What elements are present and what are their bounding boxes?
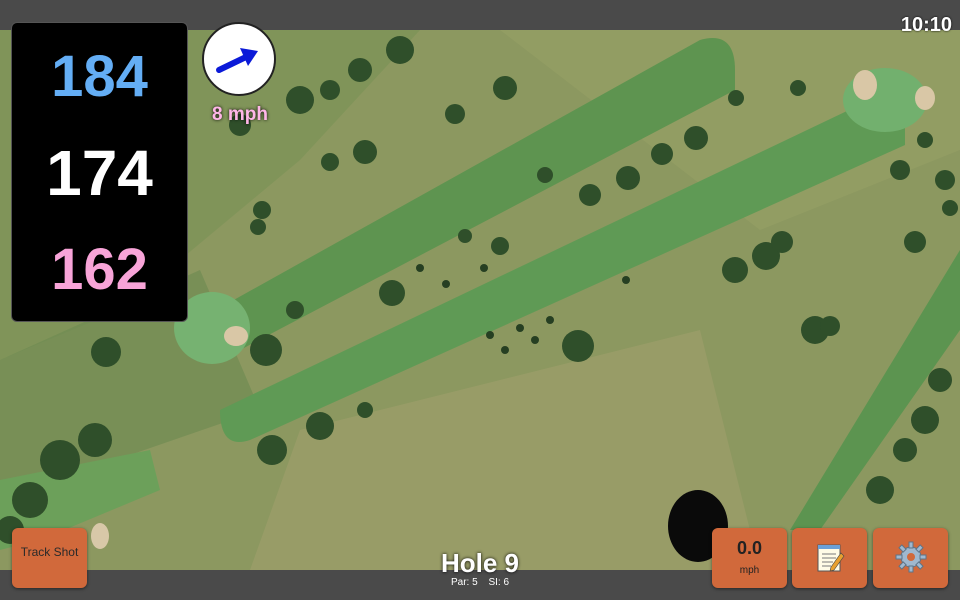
- hole-info: Par: 5 SI: 6: [380, 577, 580, 588]
- speed-value: 0.0: [736, 538, 763, 558]
- hole-par: Par: 5: [450, 577, 478, 588]
- back-distance: 184: [51, 44, 148, 109]
- middle-distance: 174: [46, 137, 153, 209]
- speed-unit: mph: [739, 565, 760, 576]
- speed-button[interactable]: 0.0 mph: [712, 528, 787, 588]
- hole-stroke-index: SI: 6: [488, 577, 510, 588]
- wind-indicator: [202, 22, 276, 96]
- notes-button[interactable]: [792, 528, 867, 588]
- track-shot-button[interactable]: Track Shot: [12, 528, 87, 588]
- status-time: 10:10: [900, 14, 952, 36]
- settings-button[interactable]: [873, 528, 948, 588]
- hole-title: Hole 9: [440, 548, 520, 578]
- track-shot-label: Track Shot: [20, 545, 79, 559]
- notepad-icon: [817, 544, 844, 572]
- gear-icon: [895, 541, 926, 573]
- distance-panel: 184 174 162: [11, 22, 188, 322]
- wind-speed-label: 8 mph: [212, 104, 268, 125]
- wind-arrow-icon: [216, 48, 258, 73]
- front-distance: 162: [51, 237, 148, 302]
